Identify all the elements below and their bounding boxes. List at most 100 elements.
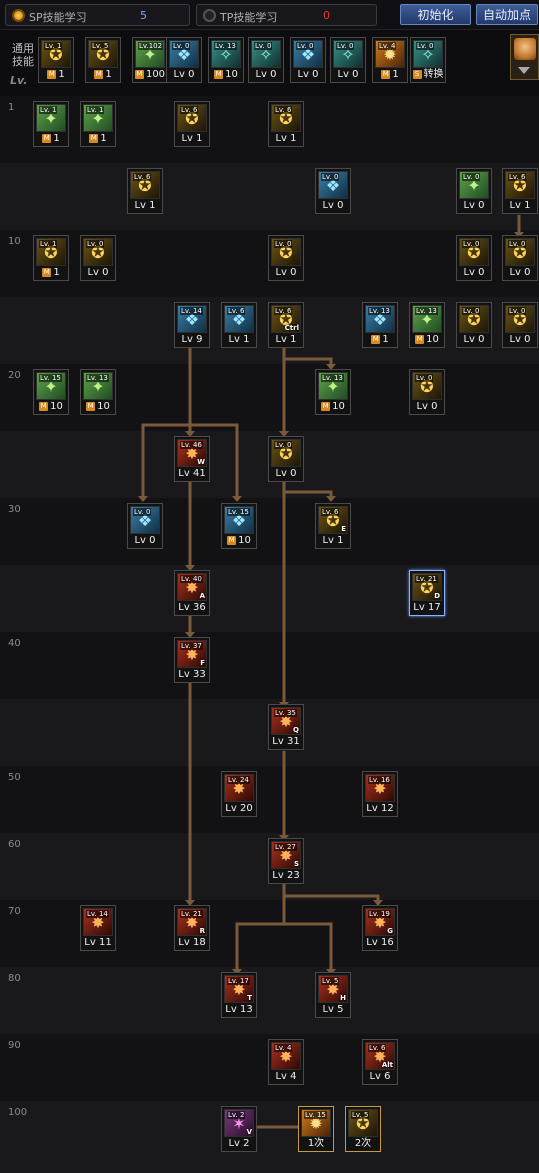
- claw-fire-icon: ✸ Lv. 5H: [318, 975, 348, 1003]
- skill-slot[interactable]: ✪ Lv. 0 Lv 0: [456, 235, 492, 281]
- skill-level-value: 1: [100, 133, 107, 144]
- common-skill-slot[interactable]: ✪ Lv. 5M1: [85, 37, 121, 83]
- skill-slot[interactable]: ❖ Lv. 14 Lv 9: [174, 302, 210, 348]
- skill-slot[interactable]: ✦ Lv. 13 M 10: [80, 369, 116, 415]
- skill-level-badge: Lv. 35: [274, 709, 297, 717]
- fire-wall-icon: ✸ Lv. 37 F: [177, 640, 207, 668]
- skill-level-badge: Lv. 0: [321, 173, 340, 181]
- skill-slot[interactable]: ✪ Lv. 6 Lv 1: [502, 168, 538, 214]
- skill-level-badge: Lv. 0: [462, 240, 481, 248]
- skill-slot[interactable]: ✪ Lv. 0 Lv 0: [502, 302, 538, 348]
- skill-level-value: Lv 1: [509, 200, 531, 211]
- skill-level-value: 1: [382, 334, 389, 345]
- crossed-guns-icon: ✦ Lv. 15: [36, 372, 66, 400]
- skill-slot[interactable]: ✪ Lv. 0 Lv 0: [456, 302, 492, 348]
- skill-slot[interactable]: ✸ Lv. 40 A Lv 36: [174, 570, 210, 616]
- skill-slot[interactable]: ✸ Lv. 17 T Lv 13: [221, 972, 257, 1018]
- skill-slot[interactable]: ✪ Lv. 6 Lv 1: [127, 168, 163, 214]
- burst-icon: ✹ Lv. 4: [375, 40, 405, 68]
- skill-slot[interactable]: ✸ Lv. 4 Lv 4: [268, 1039, 304, 1085]
- skill-level-text: Lv 0: [249, 69, 283, 81]
- skill-level-value: Lv 1: [228, 334, 250, 345]
- skill-slot[interactable]: ✦ Lv. 1M1: [80, 101, 116, 147]
- hotkey-label: F: [200, 659, 205, 667]
- skill-level-value: Lv 6: [369, 1071, 391, 1082]
- skill-level-badge: Lv. 17: [227, 977, 250, 985]
- skill-slot[interactable]: ✪ Lv. 0 Lv 0: [80, 235, 116, 281]
- skill-level-text: Lv 1: [269, 334, 303, 346]
- common-skill-slot[interactable]: ✧ Lv. 0 S 转换: [410, 37, 446, 83]
- skill-level-text: M 10: [209, 69, 243, 81]
- skill-level-value: Lv 17: [413, 602, 441, 613]
- skill-slot[interactable]: ✪ Lv. 1M1: [33, 235, 69, 281]
- missile-icon: ✸ Lv. 27 S: [271, 841, 301, 869]
- skill-level-value: Lv 0: [463, 267, 485, 278]
- fire-burst-icon: ✸ Lv. 21 R: [177, 908, 207, 936]
- skill-slot[interactable]: ✦ Lv. 1M1: [33, 101, 69, 147]
- common-skill-slot[interactable]: ❖ Lv. 0 Lv 0: [290, 37, 326, 83]
- skill-slot[interactable]: ✸ Lv. 21 R Lv 18: [174, 905, 210, 951]
- common-skill-slot[interactable]: ✪ Lv. 1M1: [38, 37, 74, 83]
- skill-slot[interactable]: ✸ Lv. 19 G Lv 16: [362, 905, 398, 951]
- skill-slot[interactable]: ✸ Lv. 14 Lv 11: [80, 905, 116, 951]
- skill-slot[interactable]: ✸ Lv. 27 S Lv 23: [268, 838, 304, 884]
- skill-slot[interactable]: ❖ Lv. 0 Lv 0: [315, 168, 351, 214]
- cannon-icon: ❖ Lv. 14: [177, 305, 207, 333]
- skill-level-text: Lv 0: [316, 200, 350, 212]
- skill-slot[interactable]: ✸ Lv. 24 Lv 20: [221, 771, 257, 817]
- skill-level-badge: Lv. 15: [227, 508, 250, 516]
- skill-slot[interactable]: ✸ Lv. 6 Alt Lv 6: [362, 1039, 398, 1085]
- skill-slot[interactable]: ✸ Lv. 37 F Lv 33: [174, 637, 210, 683]
- skill-slot[interactable]: ✸ Lv. 16 Lv 12: [362, 771, 398, 817]
- skill-slot[interactable]: ✸ Lv. 5 H Lv 5: [315, 972, 351, 1018]
- skill-level-value: 转换: [423, 69, 444, 80]
- skill-level-badge: Lv. 0: [133, 508, 152, 516]
- skill-level-value: 1: [53, 133, 60, 144]
- skill-slot[interactable]: ✦ Lv. 15 M 10: [33, 369, 69, 415]
- skill-slot[interactable]: ✪ Lv. 6 Lv 1: [174, 101, 210, 147]
- skill-slot[interactable]: ❖ Lv. 13 M 1: [362, 302, 398, 348]
- skill-level-text: M1: [373, 69, 407, 81]
- dash-icon: ✦ Lv.102: [135, 40, 165, 68]
- skill-level-badge: Lv. 5: [91, 42, 110, 50]
- skill-level-value: Lv 16: [366, 937, 394, 948]
- grenade-icon: ✪ Lv. 6 Ctrl: [271, 305, 301, 333]
- skill-slot[interactable]: ✦ Lv. 13 M 10: [409, 302, 445, 348]
- skill-slot[interactable]: ✪ Lv. 0 Lv 0: [409, 369, 445, 415]
- skill-slot[interactable]: ✪ Lv. 21 D Lv 17: [409, 570, 445, 616]
- skill-slot[interactable]: ✪ Lv. 0 Lv 0: [502, 235, 538, 281]
- skill-slot[interactable]: ✪ Lv. 6 E Lv 1: [315, 503, 351, 549]
- skill-slot[interactable]: ✦ Lv. 13 M 10: [315, 369, 351, 415]
- common-skill-slot[interactable]: ✧ Lv. 0 Lv 0: [248, 37, 284, 83]
- skill-slot[interactable]: ✦ Lv. 0 Lv 0: [456, 168, 492, 214]
- mastery-icon: M: [39, 401, 49, 411]
- spark-icon: ✪ Lv. 6: [130, 171, 160, 199]
- skill-level-text: Lv 2: [222, 1138, 256, 1150]
- skill-level-badge: Lv. 0: [254, 42, 273, 50]
- green-kick-icon: ✦ Lv. 0: [459, 171, 489, 199]
- skill-slot[interactable]: ✹ Lv. 15 1次: [298, 1106, 334, 1152]
- skill-level-text: Lv 1: [316, 535, 350, 547]
- skill-slot[interactable]: ❖ Lv. 15 M 10: [221, 503, 257, 549]
- skill-slot[interactable]: ✪ Lv. 0 Lv 0: [268, 235, 304, 281]
- skill-slot[interactable]: ✪ Lv. 0 Lv 0: [268, 436, 304, 482]
- skill-level-badge: Lv. 0: [462, 307, 481, 315]
- skill-slot[interactable]: ✶ Lv. 2 V Lv 2: [221, 1106, 257, 1152]
- skill-slot[interactable]: ✪ Lv. 6 Ctrl Lv 1: [268, 302, 304, 348]
- skill-level-value: 10: [225, 69, 238, 80]
- common-skill-slot[interactable]: ✦ Lv.102 M 100: [132, 37, 168, 83]
- skill-level-badge: Lv. 0: [508, 307, 527, 315]
- common-skill-slot[interactable]: ✧ Lv. 13 M 10: [208, 37, 244, 83]
- common-skill-slot[interactable]: ❖ Lv. 0 Lv 0: [166, 37, 202, 83]
- spring-icon: ✪ Lv. 0: [459, 305, 489, 333]
- skill-slot[interactable]: ✸ Lv. 46 W Lv 41: [174, 436, 210, 482]
- skill-slot[interactable]: ✪ Lv. 6 Lv 1: [268, 101, 304, 147]
- common-skill-slot[interactable]: ✹ Lv. 4M1: [372, 37, 408, 83]
- skill-level-badge: Lv. 0: [508, 240, 527, 248]
- skill-slot[interactable]: ✪ Lv. 5 2次: [345, 1106, 381, 1152]
- common-skill-slot[interactable]: ✧ Lv. 0 Lv 0: [330, 37, 366, 83]
- skill-level-value: Lv 11: [84, 937, 112, 948]
- skill-slot[interactable]: ✸ Lv. 35 Q Lv 31: [268, 704, 304, 750]
- skill-slot[interactable]: ❖ Lv. 6 Lv 1: [221, 302, 257, 348]
- skill-slot[interactable]: ❖ Lv. 0 Lv 0: [127, 503, 163, 549]
